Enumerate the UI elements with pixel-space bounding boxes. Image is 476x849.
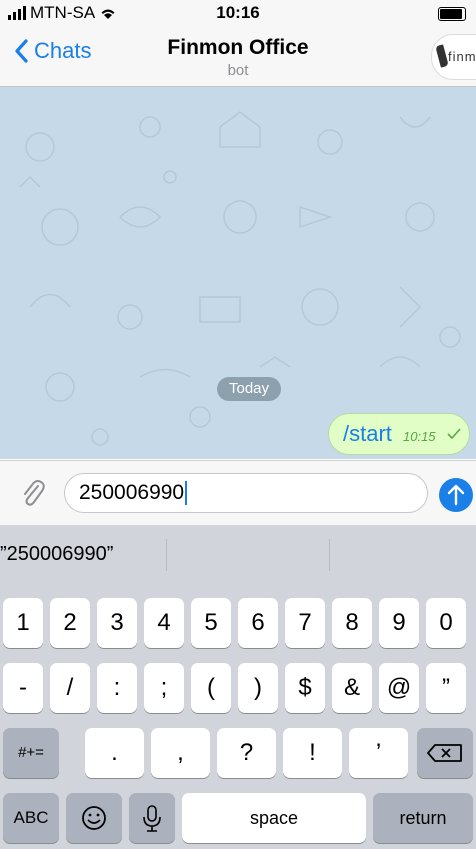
microphone-icon — [143, 805, 161, 832]
emoji-key[interactable] — [66, 793, 122, 843]
message-list[interactable]: Today /start 10:15 — [0, 87, 476, 459]
emoji-icon — [82, 806, 106, 830]
key-symbols-toggle[interactable]: #+= — [3, 728, 59, 778]
clock: 10:16 — [216, 3, 260, 22]
message-input[interactable]: 250006990 — [64, 473, 428, 513]
dictation-key[interactable] — [129, 793, 175, 843]
key-slash[interactable]: / — [50, 663, 90, 713]
battery-icon — [438, 7, 466, 21]
key-7[interactable]: 7 — [285, 598, 325, 648]
chat-wallpaper-pattern — [19, 111, 461, 446]
key-exclamation[interactable]: ! — [283, 728, 342, 778]
key-8[interactable]: 8 — [332, 598, 372, 648]
suggestion-bar: ”250006990” — [0, 525, 476, 585]
chat-subtitle: bot — [227, 62, 249, 79]
key-6[interactable]: 6 — [238, 598, 278, 648]
key-hyphen[interactable]: - — [3, 663, 43, 713]
message-time: 10:15 — [403, 429, 436, 444]
outgoing-message[interactable]: /start 10:15 — [328, 413, 470, 455]
key-abc[interactable]: ABC — [3, 793, 59, 843]
text-caret — [185, 481, 188, 506]
key-dollar[interactable]: $ — [285, 663, 325, 713]
suggestion-item[interactable]: ”250006990” — [0, 543, 113, 566]
key-0[interactable]: 0 — [426, 598, 466, 648]
key-apostrophe[interactable]: ’ — [349, 728, 408, 778]
key-2[interactable]: 2 — [50, 598, 90, 648]
key-3[interactable]: 3 — [97, 598, 137, 648]
send-button[interactable] — [439, 478, 473, 512]
date-divider: Today — [217, 377, 281, 401]
space-key[interactable]: space — [182, 793, 366, 843]
chat-title[interactable]: Finmon Office — [0, 36, 476, 60]
key-at[interactable]: @ — [379, 663, 419, 713]
message-composer: 250006990 — [0, 460, 476, 525]
chat-header: Chats Finmon Office bot finm — [0, 26, 476, 87]
key-semicolon[interactable]: ; — [144, 663, 184, 713]
key-quote[interactable]: ” — [426, 663, 466, 713]
key-5[interactable]: 5 — [191, 598, 231, 648]
key-9[interactable]: 9 — [379, 598, 419, 648]
attach-icon[interactable] — [20, 477, 46, 507]
key-4[interactable]: 4 — [144, 598, 184, 648]
avatar-text: finm — [448, 49, 476, 64]
arrow-up-icon — [447, 484, 465, 506]
message-input-value: 250006990 — [79, 481, 185, 504]
key-ampersand[interactable]: & — [332, 663, 372, 713]
delete-key[interactable] — [417, 728, 473, 778]
suggestion-divider — [166, 539, 167, 571]
bot-avatar[interactable]: finm — [431, 34, 476, 80]
key-colon[interactable]: : — [97, 663, 137, 713]
key-period[interactable]: . — [85, 728, 144, 778]
backspace-icon — [427, 744, 462, 762]
suggestion-divider — [329, 539, 330, 571]
key-comma[interactable]: , — [151, 728, 210, 778]
return-key[interactable]: return — [373, 793, 473, 843]
keyboard: ”250006990” 1 2 3 4 5 6 7 8 9 0 - / : ; … — [0, 525, 476, 849]
logo-mark-icon — [435, 44, 449, 68]
status-bar: MTN-SA 10:16 — [0, 0, 476, 26]
key-question[interactable]: ? — [217, 728, 276, 778]
key-open-paren[interactable]: ( — [191, 663, 231, 713]
key-close-paren[interactable]: ) — [238, 663, 278, 713]
read-check-icon — [447, 428, 461, 440]
key-1[interactable]: 1 — [3, 598, 43, 648]
message-text[interactable]: /start — [343, 421, 392, 447]
